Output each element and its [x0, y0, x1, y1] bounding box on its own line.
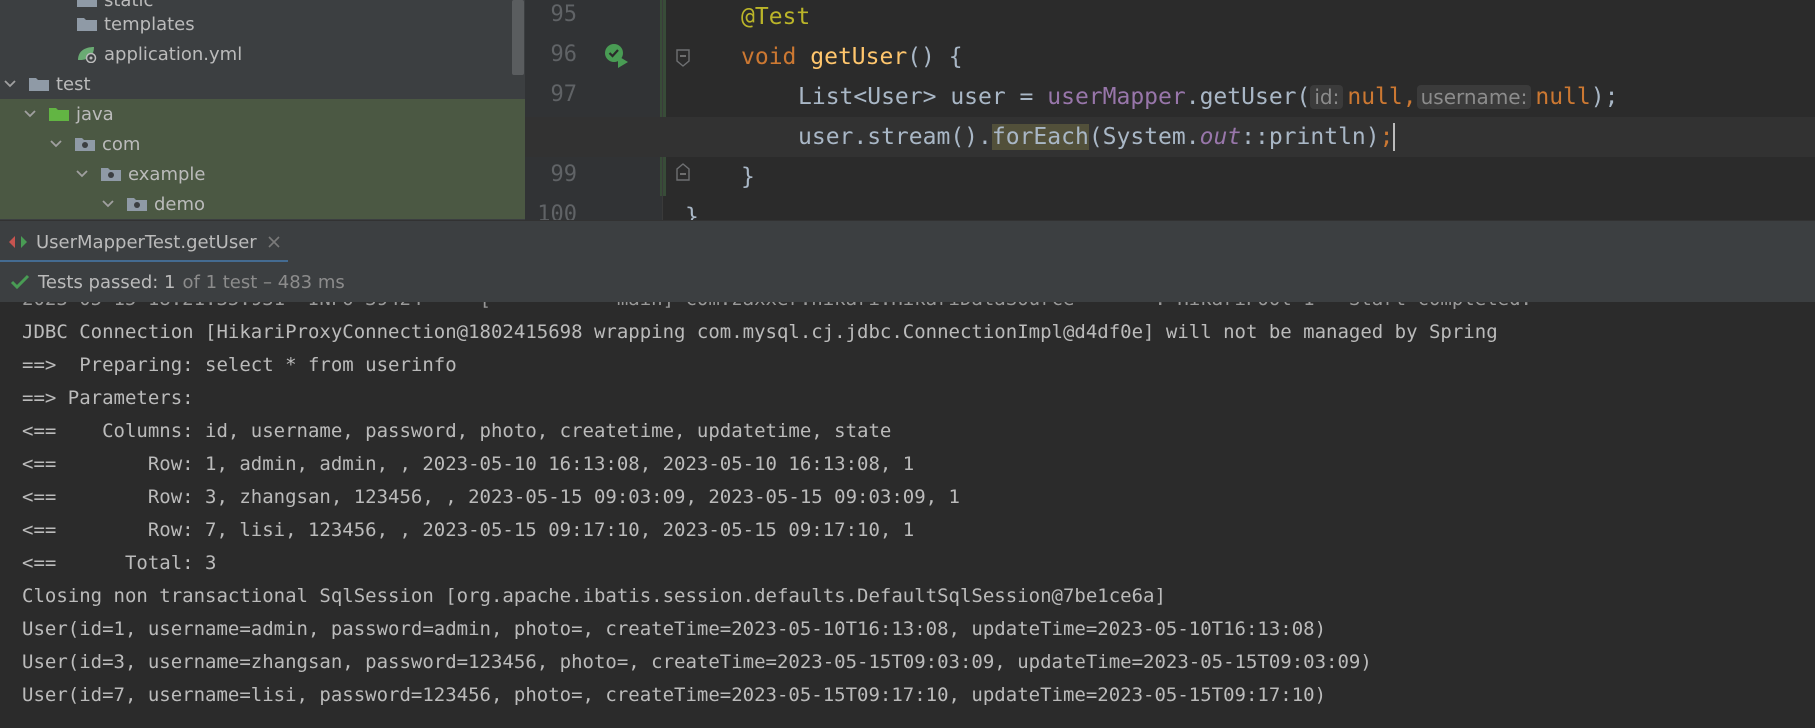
parameter-hint: username: [1416, 85, 1532, 109]
code-line-100[interactable]: } [525, 197, 1815, 220]
junit-icon [8, 234, 28, 250]
run-tab-bar: UserMapperTest.getUser [0, 220, 1815, 263]
console-line: Closing non transactional SqlSession [or… [22, 585, 1166, 607]
console-line: User(id=3, username=zhangsan, password=1… [22, 651, 1372, 673]
project-tree: static templates application.yml test ja… [0, 0, 525, 220]
tests-passed-label: Tests passed: 1 [38, 271, 176, 293]
tree-item-label: example [128, 163, 206, 185]
test-status-bar: Tests passed: 1 of 1 test – 483 ms [0, 262, 1815, 303]
folder-icon [76, 15, 98, 33]
console-output[interactable]: 2023-05-15 18:21:35.931 INFO 39424 --- [… [0, 302, 1815, 728]
parameter-hint: id: [1310, 85, 1344, 109]
tree-scrollbar[interactable] [512, 0, 524, 75]
tree-item-label: demo [154, 193, 206, 215]
console-line: <== Columns: id, username, password, pho… [22, 420, 892, 442]
chevron-down-icon[interactable] [2, 76, 18, 92]
chevron-down-icon[interactable] [22, 106, 38, 122]
code-annotation: @Test [741, 4, 811, 30]
code-editor[interactable]: 95 96 97 98 99 100 @Test void getUser() … [525, 0, 1815, 220]
highlighted-method: forEach [991, 124, 1089, 150]
chevron-down-icon[interactable] [74, 166, 90, 182]
run-tab-label: UserMapperTest.getUser [36, 231, 257, 253]
console-line: <== Row: 3, zhangsan, 123456, , 2023-05-… [22, 486, 960, 508]
console-line: <== Total: 3 [22, 552, 217, 574]
run-tab[interactable]: UserMapperTest.getUser [0, 221, 281, 263]
tree-item-demo[interactable]: demo [0, 189, 525, 219]
check-icon [10, 273, 30, 291]
folder-icon [28, 75, 50, 93]
close-icon[interactable] [267, 235, 281, 249]
spring-config-icon [76, 45, 98, 63]
console-line: ==> Parameters: [22, 387, 206, 409]
tree-item-test[interactable]: test [0, 69, 525, 99]
code-line-99[interactable]: } [525, 157, 1815, 197]
tree-item-com[interactable]: com [0, 129, 525, 159]
folder-icon [76, 0, 98, 9]
tree-item-templates[interactable]: templates [0, 9, 525, 39]
console-line: JDBC Connection [HikariProxyConnection@1… [22, 321, 1498, 343]
package-icon [100, 165, 122, 183]
tree-item-label: test [56, 73, 91, 95]
console-line: User(id=7, username=lisi, password=12345… [22, 684, 1327, 706]
tree-item-label: application.yml [104, 43, 243, 65]
tests-passed-detail: of 1 test – 483 ms [182, 271, 345, 293]
tree-item-example[interactable]: example [0, 159, 525, 189]
tree-item-label: com [102, 133, 141, 155]
text-caret [1393, 123, 1396, 151]
code-line-98-current[interactable]: user.stream(). forEach (System. out::printl… [525, 117, 1815, 157]
console-line: User(id=1, username=admin, password=admi… [22, 618, 1327, 640]
package-icon [74, 135, 96, 153]
code-line-97[interactable]: List<User> user = userMapper .getUser(id:… [525, 77, 1815, 117]
code-line-96[interactable]: void getUser() { [525, 37, 1815, 77]
tree-item-java[interactable]: java [0, 99, 525, 129]
console-line: <== Row: 1, admin, admin, , 2023-05-10 1… [22, 453, 915, 475]
console-line: 2023-05-15 18:21:35.931 INFO 39424 --- [… [22, 302, 1532, 316]
method-name: getUser [810, 44, 908, 70]
console-line: ==> Preparing: select * from userinfo [22, 354, 457, 376]
tree-item-label: java [76, 103, 114, 125]
tree-item-application-yml[interactable]: application.yml [0, 39, 525, 69]
tree-item-label: templates [104, 13, 195, 35]
console-line: <== Row: 7, lisi, 123456, , 2023-05-15 0… [22, 519, 915, 541]
chevron-down-icon[interactable] [100, 196, 116, 212]
code-line-95[interactable]: @Test [525, 0, 1815, 37]
chevron-down-icon[interactable] [48, 136, 64, 152]
package-icon [126, 195, 148, 213]
test-source-folder-icon [48, 105, 70, 123]
